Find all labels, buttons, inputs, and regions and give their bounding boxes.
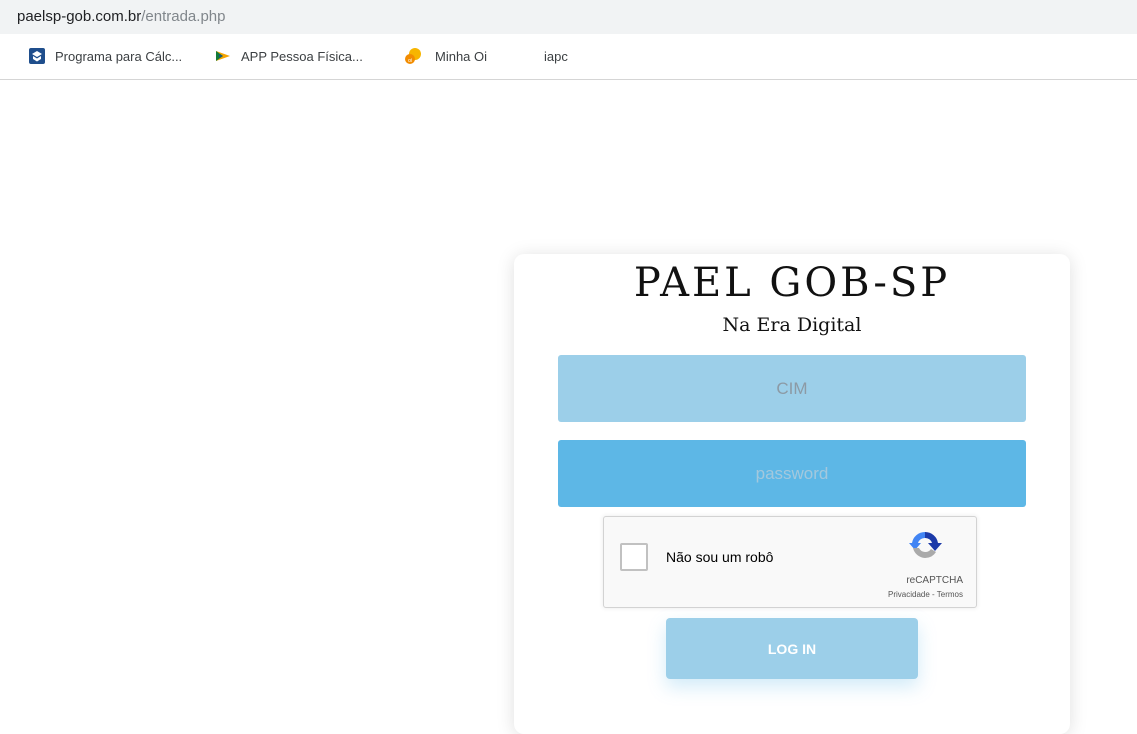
oi-icon: oi bbox=[405, 48, 421, 64]
bookmarks-bar: Programa para Cálc... APP Pessoa Física.… bbox=[0, 34, 1137, 80]
address-bar[interactable]: paelsp-gob.com.br/entrada.php bbox=[0, 0, 1137, 34]
recaptcha-links: Privacidade - Termos bbox=[888, 590, 963, 599]
cim-input[interactable] bbox=[558, 355, 1026, 422]
recaptcha-logo-icon bbox=[905, 528, 945, 564]
url-path: /entrada.php bbox=[141, 8, 226, 25]
bookmark-minha-oi[interactable]: oi Minha Oi bbox=[405, 45, 487, 67]
url-text[interactable]: paelsp-gob.com.br/entrada.php bbox=[17, 7, 225, 27]
svg-text:oi: oi bbox=[408, 58, 412, 64]
recaptcha-link-separator: - bbox=[929, 590, 937, 599]
recaptcha-checkbox[interactable] bbox=[620, 543, 648, 571]
recaptcha-privacy-link[interactable]: Privacidade bbox=[888, 590, 930, 599]
bookmark-label: Minha Oi bbox=[435, 48, 488, 64]
logo-subtitle: Na Era Digital bbox=[722, 314, 862, 336]
logo-title: PAEL GOB-SP bbox=[633, 260, 951, 306]
recaptcha-label: Não sou um robô bbox=[666, 549, 774, 565]
bookmark-label: iapc bbox=[544, 48, 568, 64]
govbr-icon bbox=[29, 48, 45, 64]
receita-arrow-icon bbox=[215, 48, 231, 64]
recaptcha-widget: Não sou um robô reCAPTCHA Privacidade - … bbox=[603, 516, 977, 608]
login-card: PAEL GOB-SP Na Era Digital Não sou um ro… bbox=[514, 254, 1070, 734]
recaptcha-terms-link[interactable]: Termos bbox=[937, 590, 963, 599]
bookmark-label: APP Pessoa Física... bbox=[241, 48, 363, 64]
recaptcha-brand: reCAPTCHA bbox=[906, 575, 963, 586]
bookmark-programa-calculo[interactable]: Programa para Cálc... bbox=[29, 45, 182, 67]
bookmark-iapc[interactable]: iapc bbox=[544, 45, 568, 67]
login-button[interactable]: LOG IN bbox=[666, 618, 918, 679]
url-host: paelsp-gob.com.br bbox=[17, 8, 142, 25]
password-input[interactable] bbox=[558, 440, 1026, 507]
bookmark-app-pessoa-fisica[interactable]: APP Pessoa Física... bbox=[215, 45, 363, 67]
bookmark-label: Programa para Cálc... bbox=[55, 48, 183, 64]
